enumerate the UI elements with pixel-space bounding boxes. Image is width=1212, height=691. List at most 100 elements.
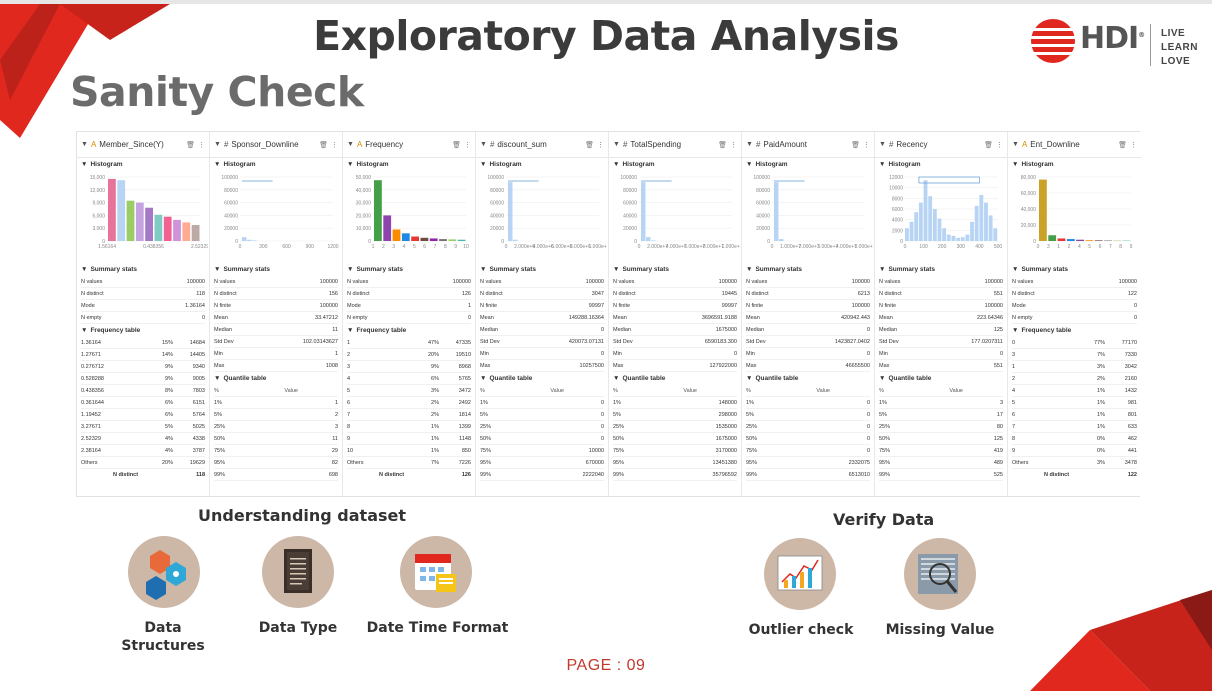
chevron-down-icon[interactable]: ▼ — [613, 141, 620, 148]
histogram-bar[interactable] — [242, 237, 247, 241]
delete-icon[interactable]: 🗑 — [452, 141, 461, 149]
histogram-bar[interactable] — [392, 229, 401, 241]
column-header[interactable]: ▼ # TotalSpending 🗑 ⋮ — [609, 132, 741, 158]
column-header[interactable]: ▼ # Recency 🗑 ⋮ — [875, 132, 1007, 158]
histogram-bar[interactable] — [191, 225, 200, 241]
histogram-bar[interactable] — [993, 228, 998, 241]
histogram-bar[interactable] — [420, 237, 429, 241]
more-options-icon[interactable]: ⋮ — [464, 141, 471, 149]
chevron-down-icon[interactable]: ▼ — [1012, 141, 1019, 148]
more-options-icon[interactable]: ⋮ — [730, 141, 737, 149]
delete-icon[interactable]: 🗑 — [585, 141, 594, 149]
frequency-table-section-header[interactable]: ▼ Frequency table — [77, 324, 209, 337]
histogram-section-header[interactable]: ▼ Histogram — [343, 158, 475, 171]
histogram-section-header[interactable]: ▼ Histogram — [1008, 158, 1141, 171]
data-structures-circle[interactable] — [128, 536, 200, 608]
histogram-bar[interactable] — [508, 182, 513, 241]
delete-icon[interactable]: 🗑 — [1118, 141, 1127, 149]
histogram-bar[interactable] — [401, 233, 410, 241]
date-time-format-circle[interactable] — [400, 536, 472, 608]
histogram-bar[interactable] — [1039, 179, 1047, 241]
summary-stats-section-header[interactable]: ▼ Summary stats — [210, 263, 342, 276]
histogram-bar[interactable] — [135, 202, 144, 241]
quantile-table-section-header[interactable]: ▼ Quantile table — [210, 372, 342, 385]
more-options-icon[interactable]: ⋮ — [331, 141, 338, 149]
histogram-section-header[interactable]: ▼ Histogram — [875, 158, 1007, 171]
histogram-bar[interactable] — [937, 218, 942, 241]
histogram-bar[interactable] — [641, 182, 646, 241]
delete-icon[interactable]: 🗑 — [718, 141, 727, 149]
summary-stats-section-header[interactable]: ▼ Summary stats — [476, 263, 608, 276]
histogram-bar[interactable] — [457, 239, 466, 241]
summary-stats-section-header[interactable]: ▼ Summary stats — [343, 263, 475, 276]
histogram-bar[interactable] — [374, 180, 382, 241]
histogram-bar[interactable] — [984, 202, 988, 241]
histogram-bar[interactable] — [163, 216, 172, 241]
histogram-bar[interactable] — [252, 240, 257, 241]
histogram-bar[interactable] — [909, 221, 914, 241]
chevron-down-icon[interactable]: ▼ — [347, 141, 354, 148]
histogram-bar[interactable] — [182, 222, 191, 241]
histogram-bar[interactable] — [1076, 239, 1084, 241]
histogram-bar[interactable] — [1066, 239, 1075, 241]
more-options-icon[interactable]: ⋮ — [996, 141, 1003, 149]
histogram-bar[interactable] — [974, 205, 979, 241]
histogram-bar[interactable] — [513, 239, 518, 241]
more-options-icon[interactable]: ⋮ — [863, 141, 870, 149]
more-options-icon[interactable]: ⋮ — [597, 141, 604, 149]
chevron-down-icon[interactable]: ▼ — [879, 141, 886, 148]
quantile-table-section-header[interactable]: ▼ Quantile table — [742, 372, 874, 385]
summary-stats-section-header[interactable]: ▼ Summary stats — [77, 263, 209, 276]
chevron-down-icon[interactable]: ▼ — [214, 141, 221, 148]
histogram-bar[interactable] — [439, 239, 447, 241]
histogram-bar[interactable] — [965, 234, 970, 241]
histogram-section-header[interactable]: ▼ Histogram — [77, 158, 209, 171]
frequency-table-section-header[interactable]: ▼ Frequency table — [343, 324, 475, 337]
histogram-bar[interactable] — [1057, 238, 1066, 241]
chevron-down-icon[interactable]: ▼ — [480, 141, 487, 148]
histogram-bar[interactable] — [918, 202, 923, 241]
histogram-bar[interactable] — [928, 196, 933, 241]
histogram-bar[interactable] — [145, 207, 153, 241]
chevron-down-icon[interactable]: ▼ — [81, 141, 88, 148]
quantile-table-section-header[interactable]: ▼ Quantile table — [875, 372, 1007, 385]
summary-stats-section-header[interactable]: ▼ Summary stats — [609, 263, 741, 276]
histogram-bar[interactable] — [651, 240, 656, 241]
histogram-bar[interactable] — [429, 238, 438, 241]
histogram-bar[interactable] — [779, 239, 784, 241]
missing-value-circle[interactable] — [904, 538, 976, 610]
histogram-bar[interactable] — [1085, 240, 1094, 241]
histogram-bar[interactable] — [1094, 240, 1103, 241]
histogram-bar[interactable] — [383, 215, 392, 241]
histogram-bar[interactable] — [932, 209, 937, 241]
histogram-bar[interactable] — [988, 215, 993, 241]
histogram-bar[interactable] — [154, 214, 163, 241]
histogram-section-header[interactable]: ▼ Histogram — [742, 158, 874, 171]
delete-icon[interactable]: 🗑 — [186, 141, 195, 149]
histogram-bar[interactable] — [173, 219, 181, 241]
histogram-bar[interactable] — [970, 221, 974, 241]
histogram-section-header[interactable]: ▼ Histogram — [210, 158, 342, 171]
histogram-bar[interactable] — [646, 237, 651, 241]
histogram-bar[interactable] — [942, 228, 947, 241]
summary-stats-section-header[interactable]: ▼ Summary stats — [875, 263, 1007, 276]
outlier-check-circle[interactable] — [764, 538, 836, 610]
histogram-bar[interactable] — [956, 237, 960, 241]
more-options-icon[interactable]: ⋮ — [1130, 141, 1137, 149]
column-header[interactable]: ▼ A Ent_Downline 🗑 ⋮ — [1008, 132, 1141, 158]
histogram-bar[interactable] — [108, 178, 116, 241]
histogram-bar[interactable] — [923, 180, 928, 241]
histogram-bar[interactable] — [774, 182, 779, 241]
histogram-section-header[interactable]: ▼ Histogram — [609, 158, 741, 171]
histogram-bar[interactable] — [117, 180, 126, 241]
histogram-bar[interactable] — [951, 235, 956, 241]
histogram-bar[interactable] — [411, 236, 419, 241]
delete-icon[interactable]: 🗑 — [319, 141, 328, 149]
histogram-bar[interactable] — [905, 228, 909, 241]
summary-stats-section-header[interactable]: ▼ Summary stats — [742, 263, 874, 276]
delete-icon[interactable]: 🗑 — [851, 141, 860, 149]
chevron-down-icon[interactable]: ▼ — [746, 141, 753, 148]
column-header[interactable]: ▼ A Member_Since(Y) 🗑 ⋮ — [77, 132, 209, 158]
more-options-icon[interactable]: ⋮ — [198, 141, 205, 149]
column-header[interactable]: ▼ # Sponsor_Downline 🗑 ⋮ — [210, 132, 342, 158]
